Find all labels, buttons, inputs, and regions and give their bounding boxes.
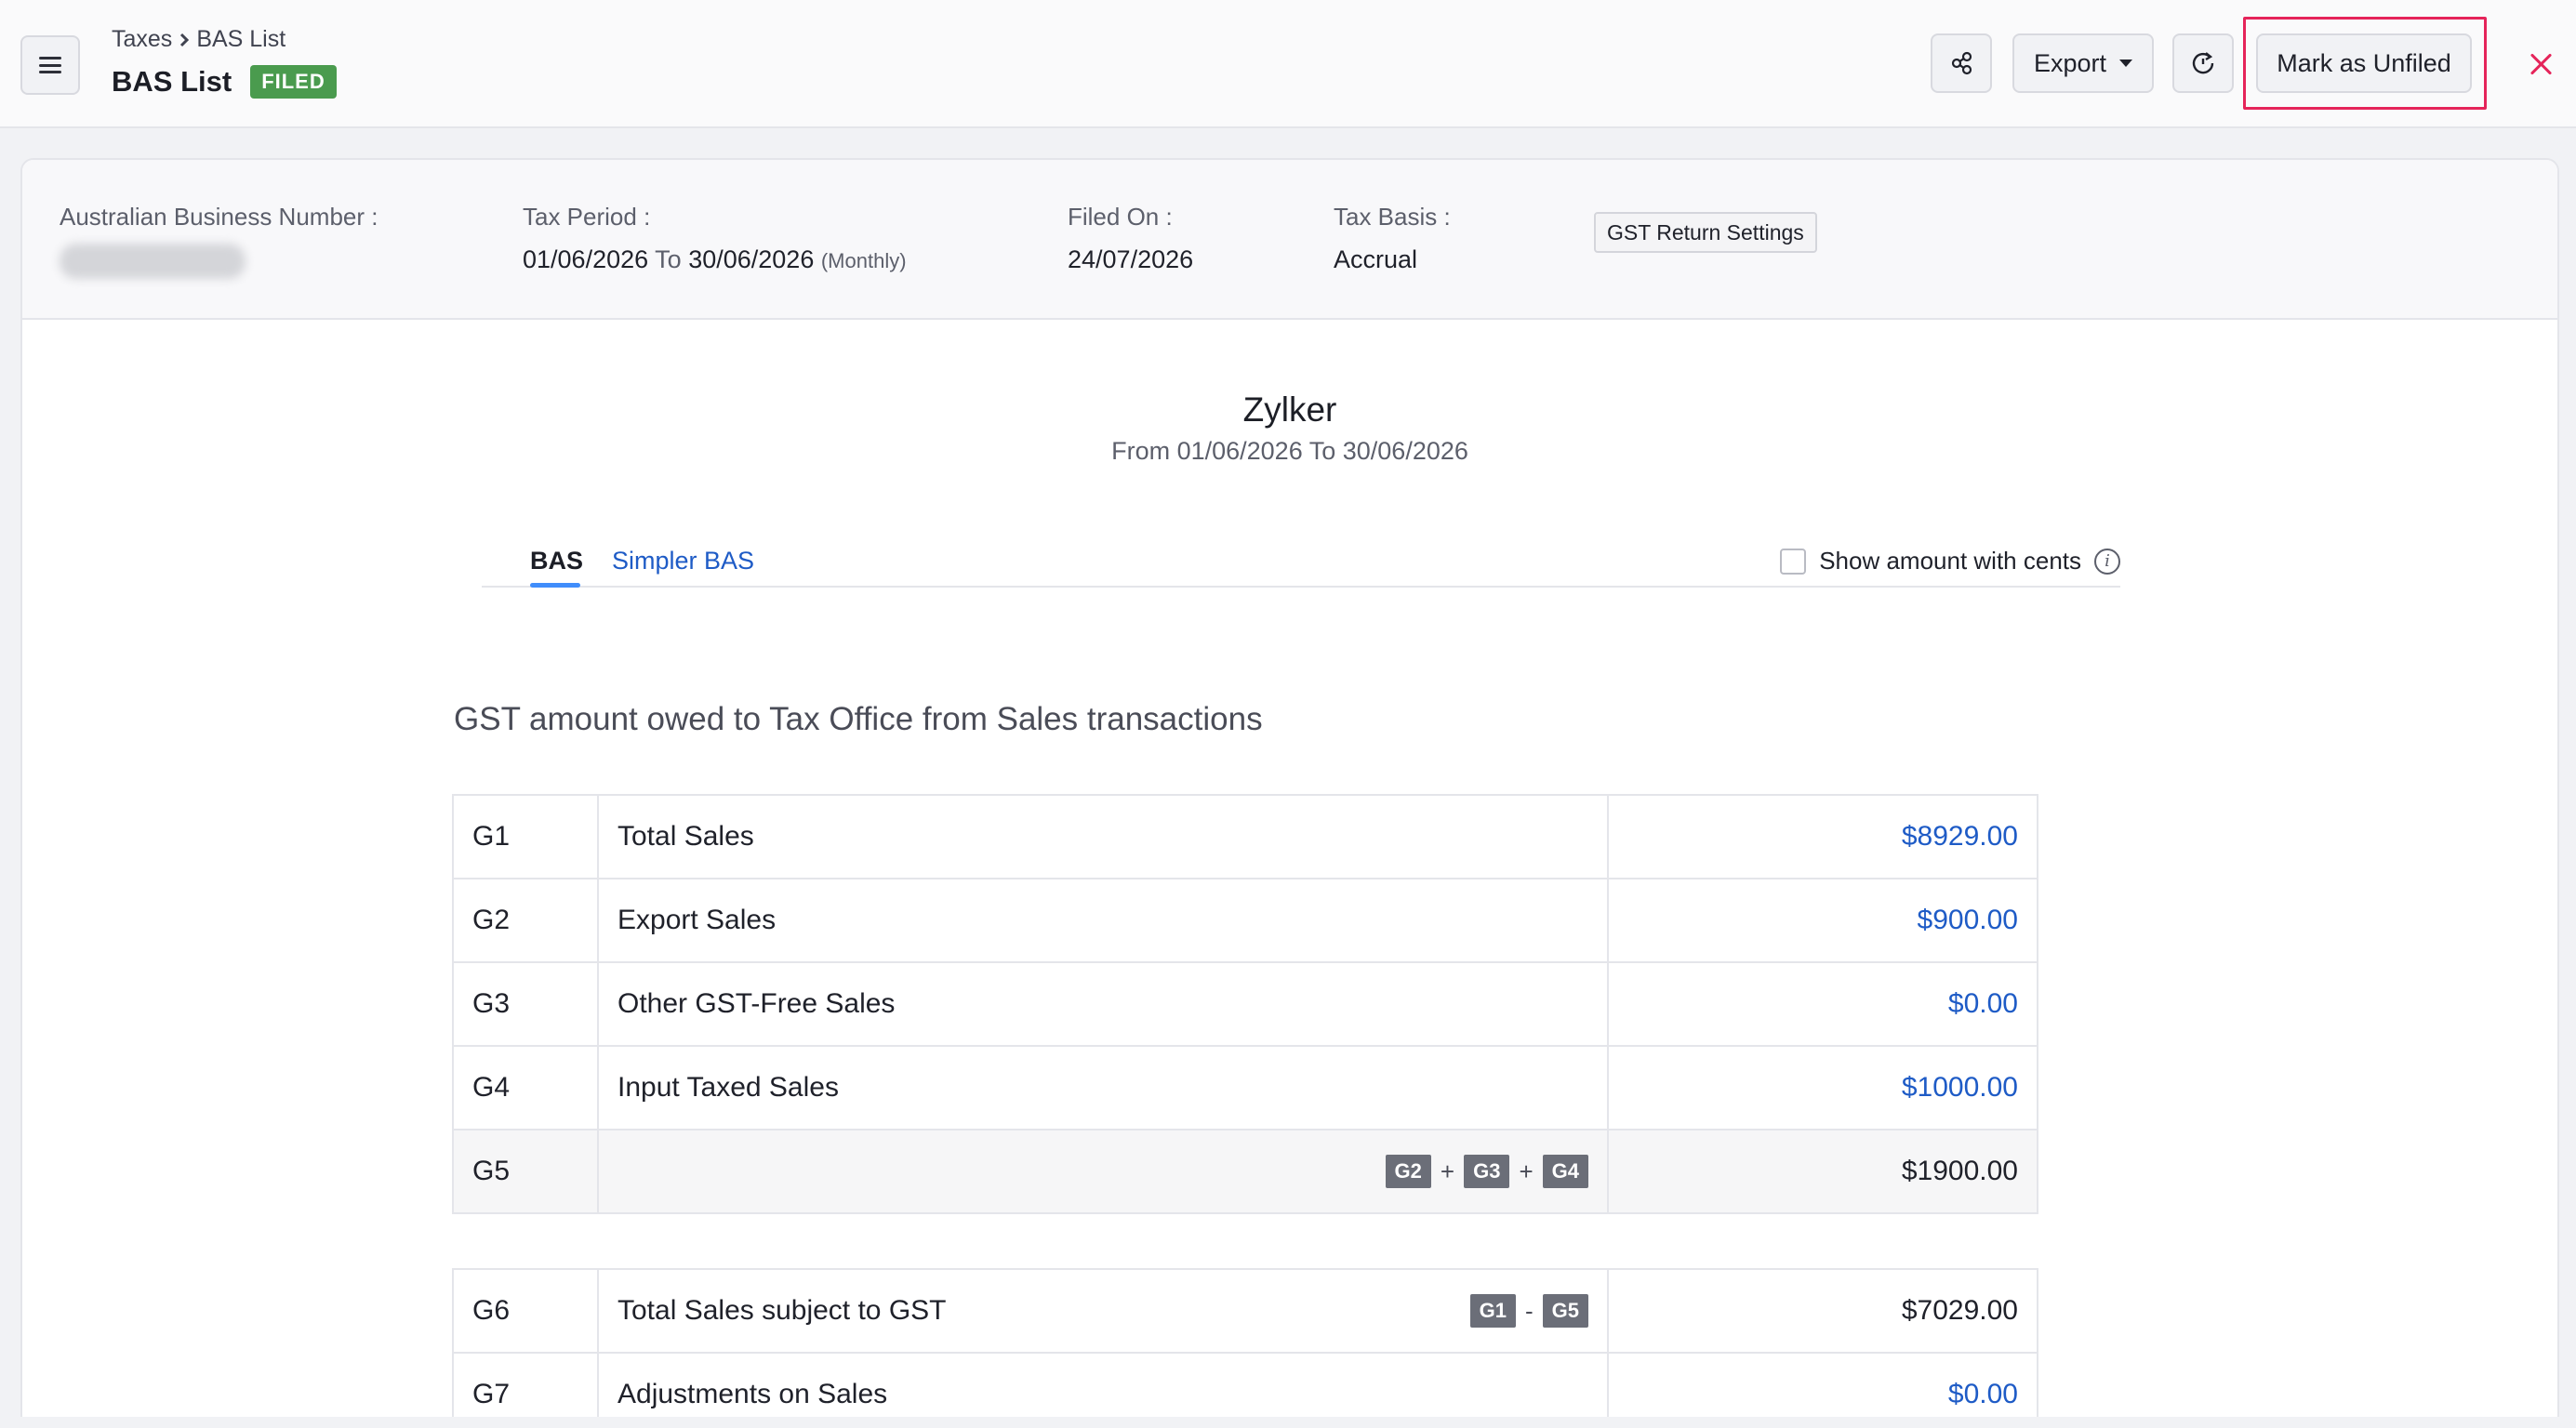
tax-period-from: 01/06/2026 — [523, 245, 649, 273]
tax-period-to-word: To — [655, 245, 682, 273]
row-amount-link[interactable]: $1000.00 — [1607, 1045, 2038, 1130]
row-code: G6 — [452, 1268, 599, 1354]
refresh-icon — [2192, 52, 2214, 74]
tax-period-value: 01/06/2026 To 30/06/2026 (Monthly) — [523, 245, 907, 274]
share-icon — [1951, 51, 1972, 75]
report-period: From 01/06/2026 To 30/06/2026 — [1111, 437, 1468, 465]
tax-basis-value: Accrual — [1334, 245, 1418, 273]
row-amount-link[interactable]: $0.00 — [1607, 961, 2038, 1047]
tax-period-frequency: (Monthly) — [820, 249, 907, 272]
formula-operator: + — [1519, 1157, 1534, 1185]
export-dropdown-button[interactable]: Export — [2012, 33, 2154, 93]
sales-subject-table: G6 Total Sales subject to GST G1 - G5 $7… — [452, 1268, 2038, 1428]
export-label: Export — [2033, 48, 2107, 77]
refresh-button[interactable] — [2172, 33, 2234, 93]
status-badge: FILED — [250, 65, 337, 99]
row-label: Other GST-Free Sales — [597, 961, 1609, 1047]
tax-period-label: Tax Period : — [523, 203, 651, 231]
formula: G1 - G5 — [1469, 1294, 1588, 1328]
breadcrumb-current: BAS List — [196, 26, 286, 52]
tax-period-to: 30/06/2026 — [688, 245, 815, 273]
row-amount-link[interactable]: $900.00 — [1607, 878, 2038, 963]
section-title: GST amount owed to Tax Office from Sales… — [454, 701, 1263, 737]
organization-name: Zylker — [1242, 390, 1337, 429]
show-cents-checkbox[interactable] — [1780, 548, 1807, 575]
active-tab-indicator — [530, 583, 580, 588]
row-amount-link[interactable]: $8929.00 — [1607, 794, 2038, 879]
show-cents-label: Show amount with cents — [1819, 547, 2081, 575]
tab-bas[interactable]: BAS — [530, 547, 583, 575]
gst-return-settings-button[interactable]: GST Return Settings — [1594, 212, 1817, 253]
formula-operator: - — [1524, 1296, 1534, 1325]
formula-chip: G2 — [1385, 1155, 1431, 1188]
mark-as-unfiled-button[interactable]: Mark as Unfiled — [2256, 33, 2472, 93]
close-icon[interactable] — [2526, 48, 2557, 80]
row-code: G4 — [452, 1045, 599, 1130]
row-formula-cell: G2 + G3 + G4 — [597, 1129, 1609, 1214]
page-header: Taxes BAS List BAS List FILED Export Mar… — [0, 0, 2576, 128]
table-row: G1 Total Sales $8929.00 — [452, 794, 2038, 879]
breadcrumb: Taxes BAS List — [112, 26, 285, 53]
filed-on-label: Filed On : — [1068, 203, 1173, 231]
share-button[interactable] — [1931, 33, 1992, 93]
abn-value-redacted — [60, 244, 246, 279]
formula-operator: + — [1440, 1157, 1455, 1185]
abn-label: Australian Business Number : — [60, 203, 378, 231]
info-icon[interactable]: i — [2094, 548, 2120, 575]
caret-down-icon — [2119, 60, 2133, 67]
row-label: Total Sales — [597, 794, 1609, 879]
row-amount: $1900.00 — [1607, 1129, 2038, 1214]
formula: G2 + G3 + G4 — [1385, 1155, 1588, 1188]
table-row: G6 Total Sales subject to GST G1 - G5 $7… — [452, 1268, 2038, 1354]
hamburger-icon — [39, 57, 61, 73]
filing-info-bar: Australian Business Number : Tax Period … — [22, 160, 2557, 320]
tax-basis-label: Tax Basis : — [1334, 203, 1451, 231]
row-label: Export Sales — [597, 878, 1609, 963]
table-row: G4 Input Taxed Sales $1000.00 — [452, 1045, 2038, 1130]
page-title: BAS List — [112, 65, 232, 98]
row-amount: $7029.00 — [1607, 1268, 2038, 1354]
menu-toggle-button[interactable] — [20, 35, 80, 95]
breadcrumb-taxes-link[interactable]: Taxes — [112, 26, 172, 53]
report-tabs: BAS Simpler BAS Show amount with cents i — [482, 530, 2120, 588]
formula-chip: G1 — [1469, 1294, 1516, 1328]
row-code: G1 — [452, 794, 599, 879]
page-bottom-strip — [0, 1417, 2576, 1428]
page-title-row: BAS List FILED — [112, 65, 337, 99]
show-cents-toggle: Show amount with cents i — [1780, 547, 2120, 575]
sales-gst-table: G1 Total Sales $8929.00 G2 Export Sales … — [452, 794, 2038, 1214]
row-label: Input Taxed Sales — [597, 1045, 1609, 1130]
filed-on-value: 24/07/2026 — [1068, 245, 1194, 273]
row-code: G5 — [452, 1129, 599, 1214]
row-label: Total Sales subject to GST — [617, 1295, 947, 1326]
tab-simpler-bas[interactable]: Simpler BAS — [612, 547, 754, 575]
table-row-calculated: G5 G2 + G3 + G4 $1900.00 — [452, 1129, 2038, 1214]
row-code: G2 — [452, 878, 599, 963]
formula-chip: G3 — [1464, 1155, 1510, 1188]
table-row: G3 Other GST-Free Sales $0.00 — [452, 961, 2038, 1047]
row-label-with-formula: Total Sales subject to GST G1 - G5 — [597, 1268, 1609, 1354]
formula-chip: G5 — [1542, 1294, 1588, 1328]
table-row: G2 Export Sales $900.00 — [452, 878, 2038, 963]
row-code: G3 — [452, 961, 599, 1047]
bas-report-card: Australian Business Number : Tax Period … — [20, 158, 2559, 1428]
formula-chip: G4 — [1542, 1155, 1588, 1188]
chevron-right-icon — [180, 33, 190, 46]
